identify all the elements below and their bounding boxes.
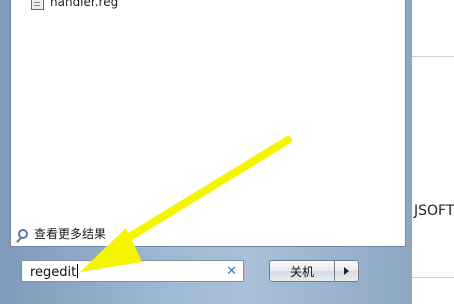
- arrow-annotation-icon: [80, 136, 292, 272]
